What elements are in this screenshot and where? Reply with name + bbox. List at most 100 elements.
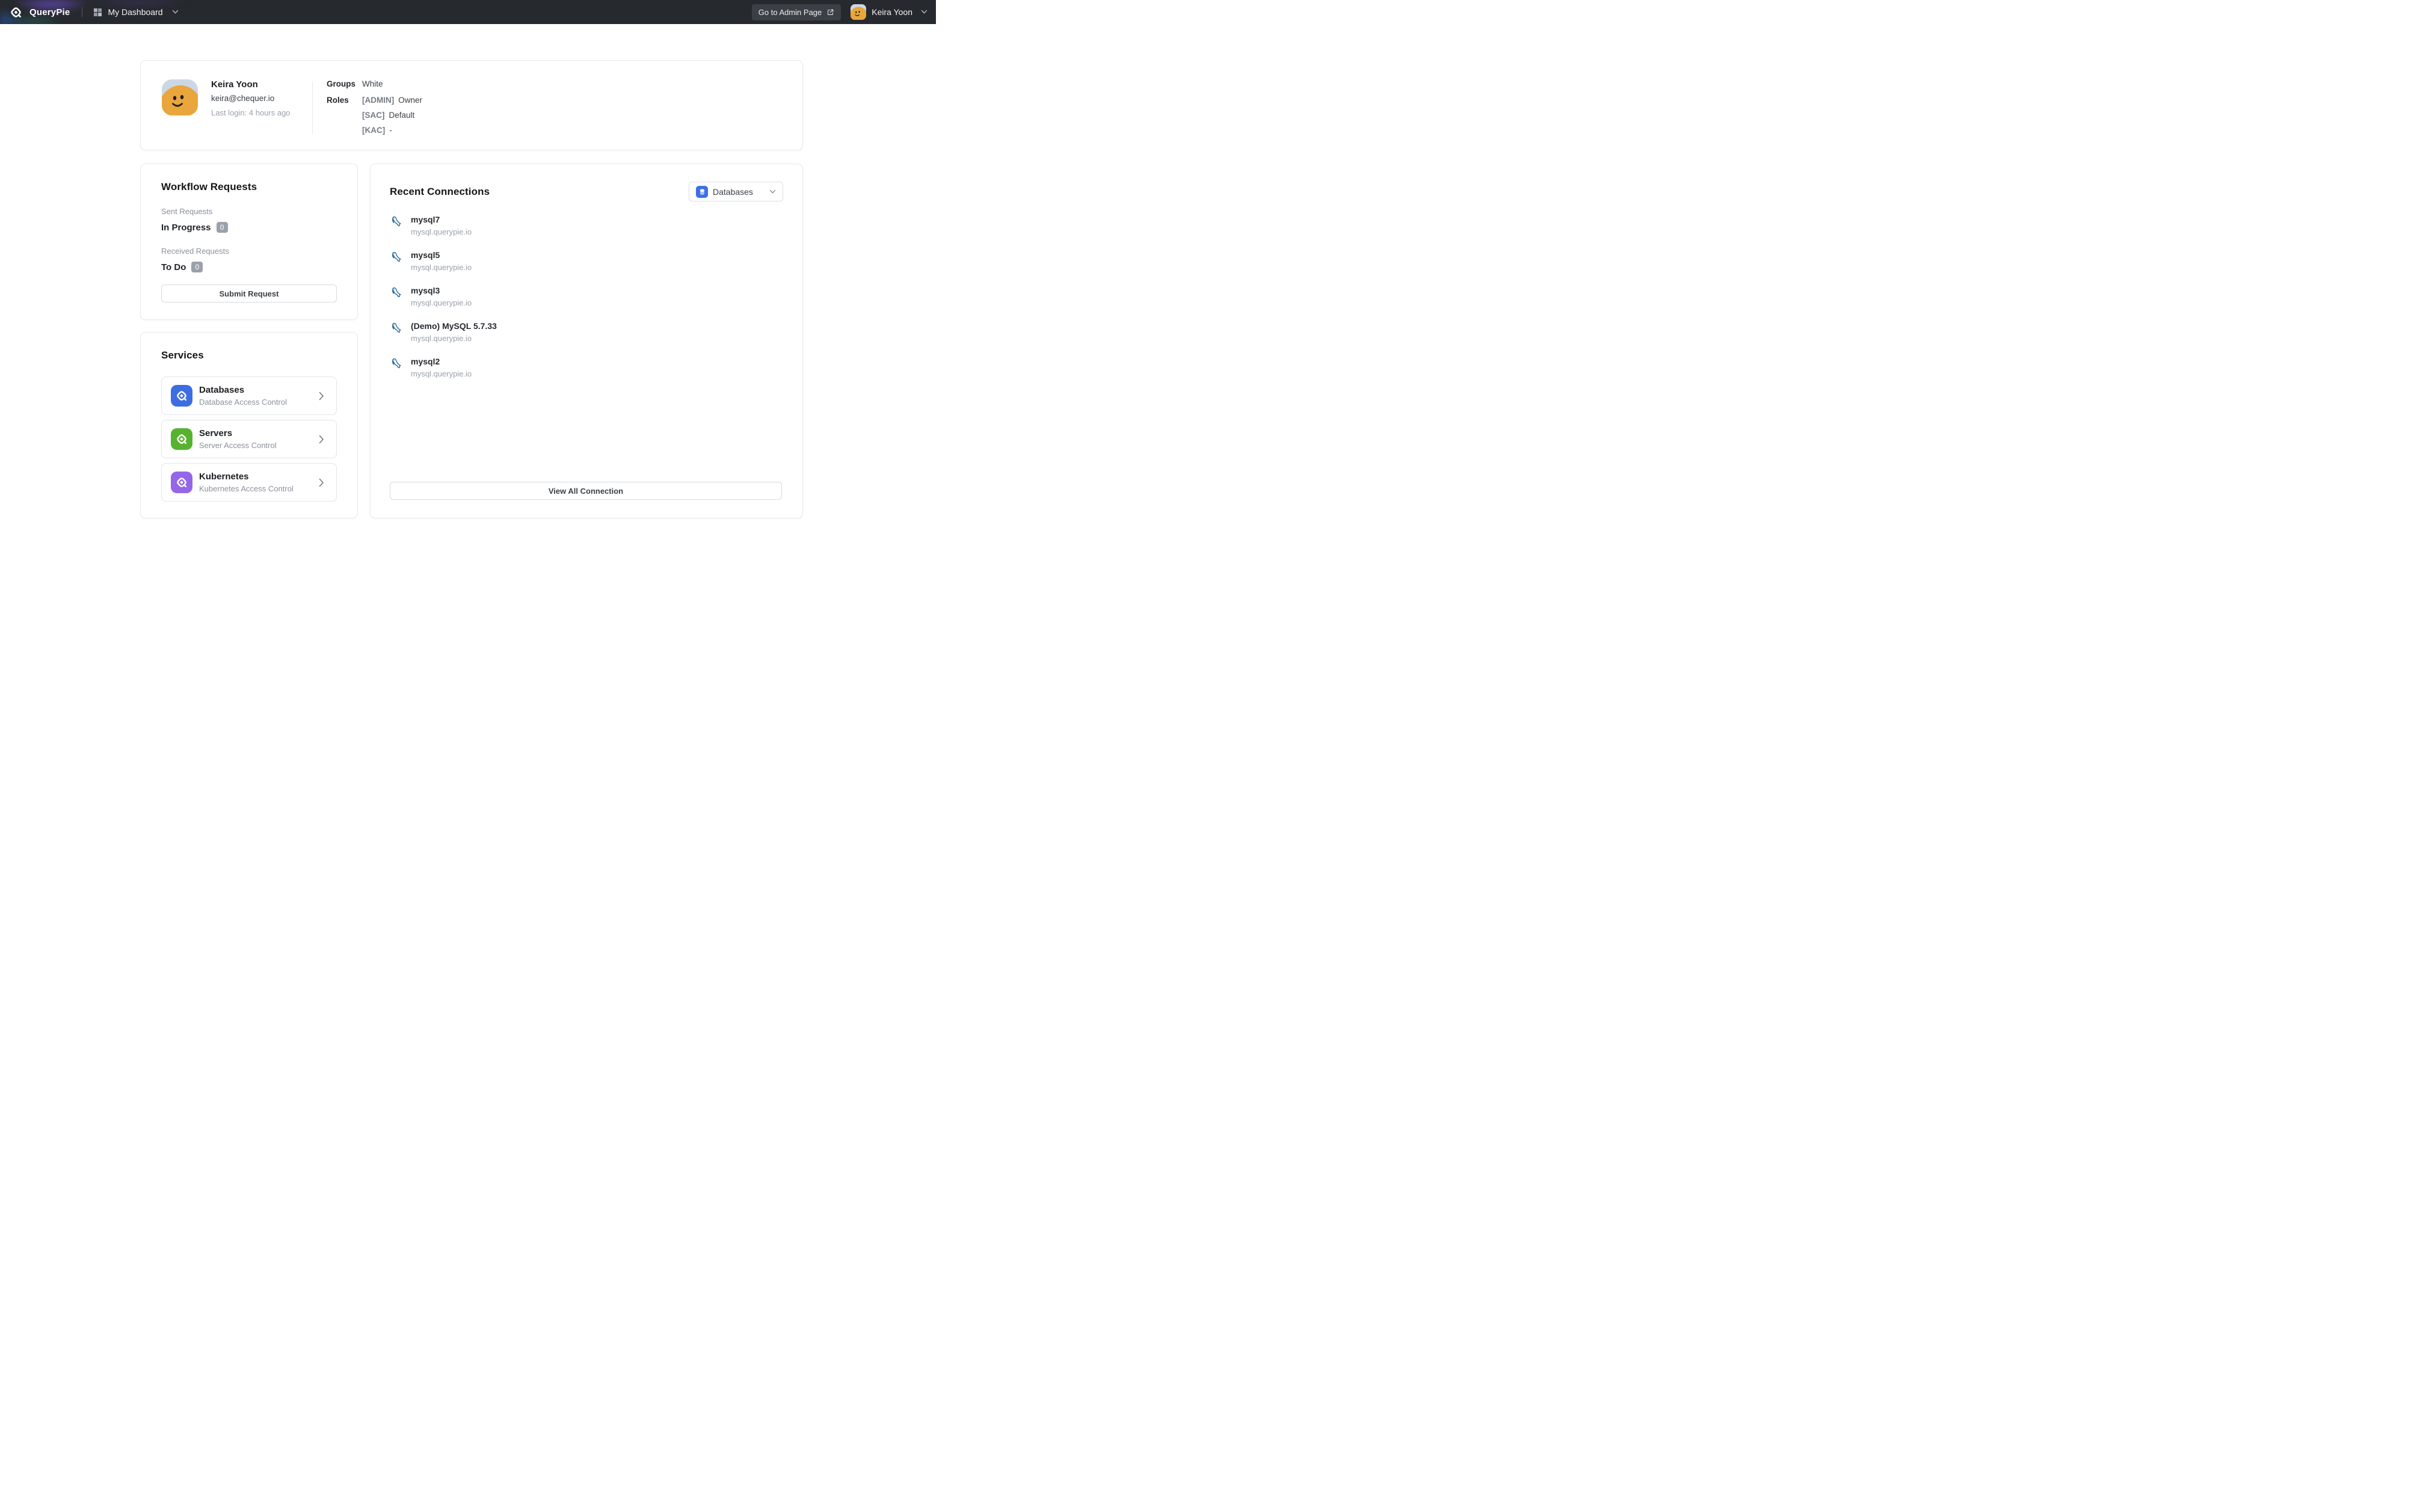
view-all-connection-button[interactable]: View All Connection (390, 482, 782, 500)
connection-type-dropdown[interactable]: Databases (689, 182, 783, 201)
connection-row[interactable]: mysql3 mysql.querypie.io (390, 286, 783, 307)
database-cylinder-icon (698, 188, 706, 196)
profile-name: Keira Yoon (211, 79, 312, 90)
recent-connections-card: Recent Connections Databases (370, 164, 803, 518)
connection-text: mysql3 mysql.querypie.io (411, 286, 472, 307)
role-scope: [SAC] (362, 111, 385, 120)
profile-meta: Groups White Roles [ADMIN] Owner [SAC] D… (327, 79, 422, 150)
dropdown-selected-value: Databases (713, 187, 753, 197)
top-navigation-bar: QueryPie My Dashboard Go to Admin Page (0, 0, 936, 24)
querypie-mark-icon (8, 5, 23, 20)
in-progress-count-badge: 0 (217, 222, 228, 233)
submit-request-button[interactable]: Submit Request (161, 284, 337, 303)
connection-name: mysql5 (411, 250, 472, 260)
profile-divider (312, 81, 313, 134)
chevron-right-icon (319, 435, 324, 444)
user-name: Keira Yoon (872, 7, 912, 17)
connection-row[interactable]: mysql2 mysql.querypie.io (390, 357, 783, 378)
admin-button-label: Go to Admin Page (758, 8, 822, 17)
profile-avatar (162, 79, 198, 115)
service-text: Databases Database Access Control (199, 385, 287, 407)
connection-name: mysql3 (411, 286, 472, 295)
mysql-dolphin-icon (390, 357, 405, 373)
role-value: Owner (398, 96, 422, 105)
connection-row[interactable]: mysql7 mysql.querypie.io (390, 215, 783, 236)
todo-row: To Do 0 (161, 262, 337, 272)
querypie-mark-icon (174, 432, 189, 446)
databases-service-icon (171, 385, 192, 407)
service-name: Databases (199, 385, 287, 395)
dashboard-nav-menu[interactable]: My Dashboard (93, 7, 178, 17)
profile-email: keira@chequer.io (211, 94, 312, 103)
role-value: - (389, 126, 392, 135)
profile-card: Keira Yoon keira@chequer.io Last login: … (140, 60, 803, 150)
database-icon (696, 186, 708, 198)
connection-row[interactable]: (Demo) MySQL 5.7.33 mysql.querypie.io (390, 321, 783, 343)
querypie-dashboard-page: QueryPie My Dashboard Go to Admin Page (0, 0, 936, 584)
in-progress-label: In Progress (161, 223, 211, 233)
recent-connections-title: Recent Connections (390, 186, 490, 198)
service-name: Kubernetes (199, 472, 294, 482)
recent-connections-header: Recent Connections Databases (390, 182, 783, 201)
brand-name: QueryPie (29, 7, 70, 17)
chevron-down-icon (769, 189, 776, 194)
external-link-icon (826, 8, 834, 16)
chevron-down-icon (921, 10, 927, 14)
grid-icon (93, 8, 102, 17)
connection-name: mysql2 (411, 357, 472, 366)
workflow-requests-card: Workflow Requests Sent Requests In Progr… (140, 164, 358, 320)
chevron-right-icon (319, 392, 324, 401)
role-item: [KAC] - (362, 126, 422, 135)
mysql-dolphin-icon (390, 215, 405, 231)
connection-list: mysql7 mysql.querypie.io mysql5 mysql.qu… (390, 215, 783, 378)
topbar-right: Go to Admin Page Keira Y (752, 4, 927, 20)
profile-last-login: Last login: 4 hours ago (211, 108, 312, 117)
services-title: Services (161, 349, 337, 361)
todo-label: To Do (161, 262, 186, 272)
connection-text: mysql7 mysql.querypie.io (411, 215, 472, 236)
service-description: Kubernetes Access Control (199, 484, 294, 493)
user-avatar (851, 4, 866, 20)
in-progress-row: In Progress 0 (161, 222, 337, 233)
querypie-logo[interactable]: QueryPie (8, 5, 70, 20)
mysql-dolphin-icon (390, 286, 405, 302)
connection-text: mysql5 mysql.querypie.io (411, 250, 472, 272)
chevron-right-icon (319, 478, 324, 487)
querypie-mark-icon (174, 475, 189, 490)
workflow-title: Workflow Requests (161, 181, 337, 193)
service-description: Database Access Control (199, 398, 287, 407)
servers-service-icon (171, 428, 192, 450)
connection-host: mysql.querypie.io (411, 369, 472, 378)
service-item-kubernetes[interactable]: Kubernetes Kubernetes Access Control (161, 463, 337, 502)
mysql-dolphin-icon (390, 251, 405, 266)
role-scope: [ADMIN] (362, 96, 394, 105)
service-description: Server Access Control (199, 441, 277, 450)
groups-label: Groups (327, 79, 362, 88)
querypie-mark-icon (174, 389, 189, 403)
connection-row[interactable]: mysql5 mysql.querypie.io (390, 250, 783, 272)
roles-label: Roles (327, 96, 362, 135)
go-to-admin-page-button[interactable]: Go to Admin Page (752, 4, 841, 20)
connection-host: mysql.querypie.io (411, 263, 472, 272)
user-menu[interactable]: Keira Yoon (851, 4, 927, 20)
sent-requests-label: Sent Requests (161, 207, 337, 216)
role-item: [SAC] Default (362, 111, 422, 120)
roles-row: Roles [ADMIN] Owner [SAC] Default [KAC] … (327, 96, 422, 135)
kubernetes-service-icon (171, 472, 192, 493)
service-name: Servers (199, 428, 277, 438)
profile-info: Keira Yoon keira@chequer.io Last login: … (211, 79, 312, 150)
service-item-servers[interactable]: Servers Server Access Control (161, 420, 337, 458)
todo-count-badge: 0 (191, 262, 203, 272)
connection-text: (Demo) MySQL 5.7.33 mysql.querypie.io (411, 321, 497, 343)
role-scope: [KAC] (362, 126, 385, 135)
role-item: [ADMIN] Owner (362, 96, 422, 105)
service-text: Servers Server Access Control (199, 428, 277, 450)
connection-name: (Demo) MySQL 5.7.33 (411, 321, 497, 331)
groups-row: Groups White (327, 79, 422, 88)
service-text: Kubernetes Kubernetes Access Control (199, 472, 294, 493)
connection-name: mysql7 (411, 215, 472, 224)
connection-host: mysql.querypie.io (411, 298, 472, 307)
received-requests-label: Received Requests (161, 247, 337, 256)
connection-host: mysql.querypie.io (411, 227, 472, 236)
service-item-databases[interactable]: Databases Database Access Control (161, 376, 337, 415)
